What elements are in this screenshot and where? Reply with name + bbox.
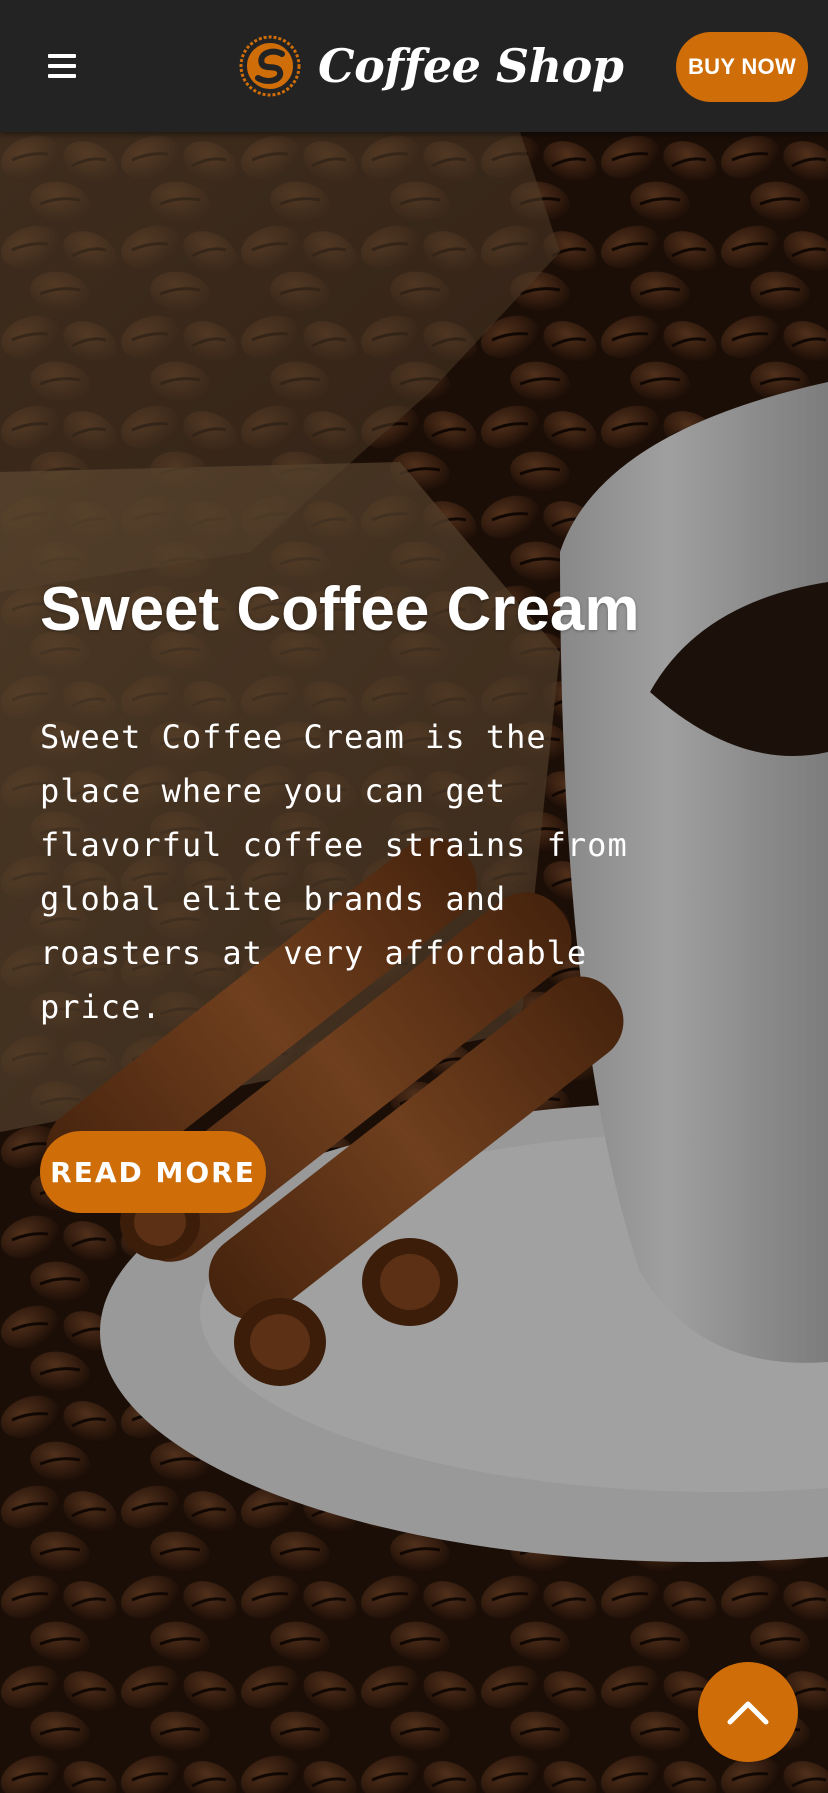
read-more-button[interactable]: READ MORE bbox=[40, 1131, 266, 1213]
brand-logo-link[interactable]: Coffee Shop bbox=[238, 30, 624, 102]
chevron-up-icon bbox=[727, 1701, 769, 1725]
hero-title: Sweet Coffee Cream bbox=[40, 575, 640, 644]
coffee-bean-logo-icon bbox=[239, 35, 301, 97]
buy-now-button[interactable]: BUY NOW bbox=[676, 32, 808, 102]
menu-bar bbox=[48, 74, 76, 78]
navbar: Coffee Shop BUY NOW bbox=[0, 0, 828, 132]
hamburger-menu-icon[interactable] bbox=[44, 48, 84, 84]
menu-bar bbox=[48, 64, 76, 68]
hero-section: Sweet Coffee Cream Sweet Coffee Cream is… bbox=[0, 132, 828, 1793]
menu-bar bbox=[48, 54, 76, 58]
hero-description: Sweet Coffee Cream is the place where yo… bbox=[40, 718, 628, 1026]
scroll-to-top-button[interactable] bbox=[698, 1662, 798, 1762]
brand-name: Coffee Shop bbox=[318, 39, 624, 93]
